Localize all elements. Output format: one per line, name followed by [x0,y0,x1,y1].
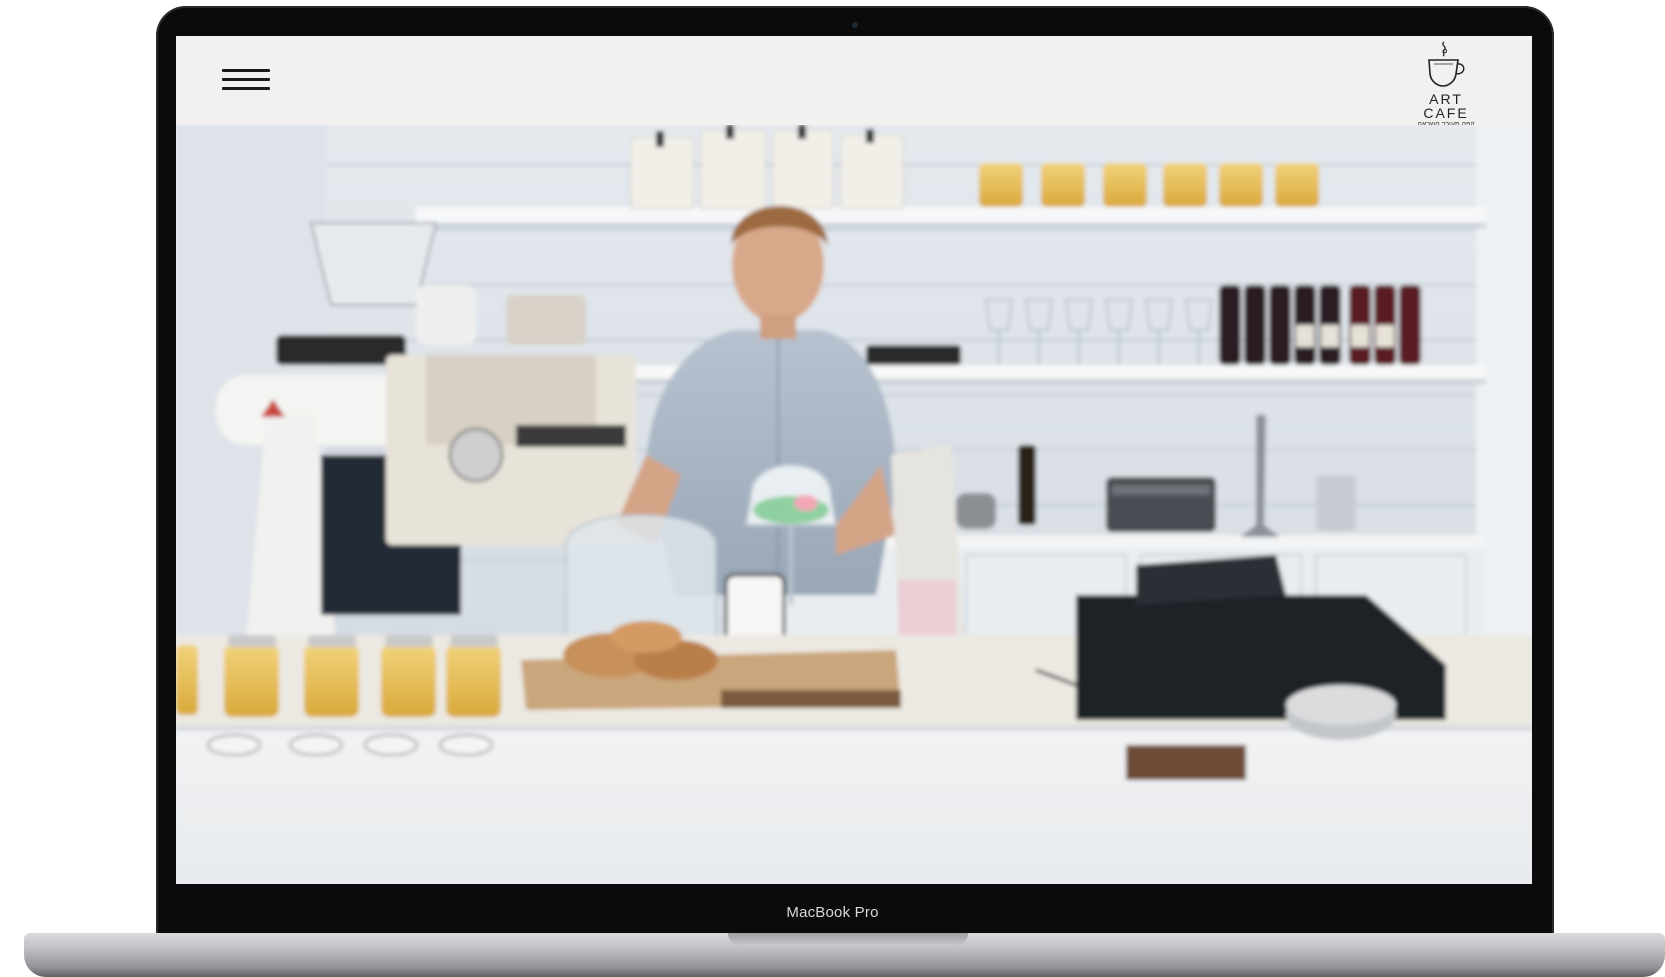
coffee-cup-icon [1428,41,1465,87]
site-header: ART CAFE קפה מעורר השראה [176,36,1532,128]
camera-dot [852,22,858,28]
site-logo[interactable]: ART CAFE קפה מעורר השראה [1406,40,1486,128]
browser-screen: ART CAFE קפה מעורר השראה [176,36,1532,884]
hamburger-menu-icon[interactable] [222,66,272,96]
hero-image [176,125,1532,884]
laptop-base-notch [728,933,968,946]
device-model-label: MacBook Pro [786,904,879,921]
logo-name: ART CAFE [1423,91,1469,121]
